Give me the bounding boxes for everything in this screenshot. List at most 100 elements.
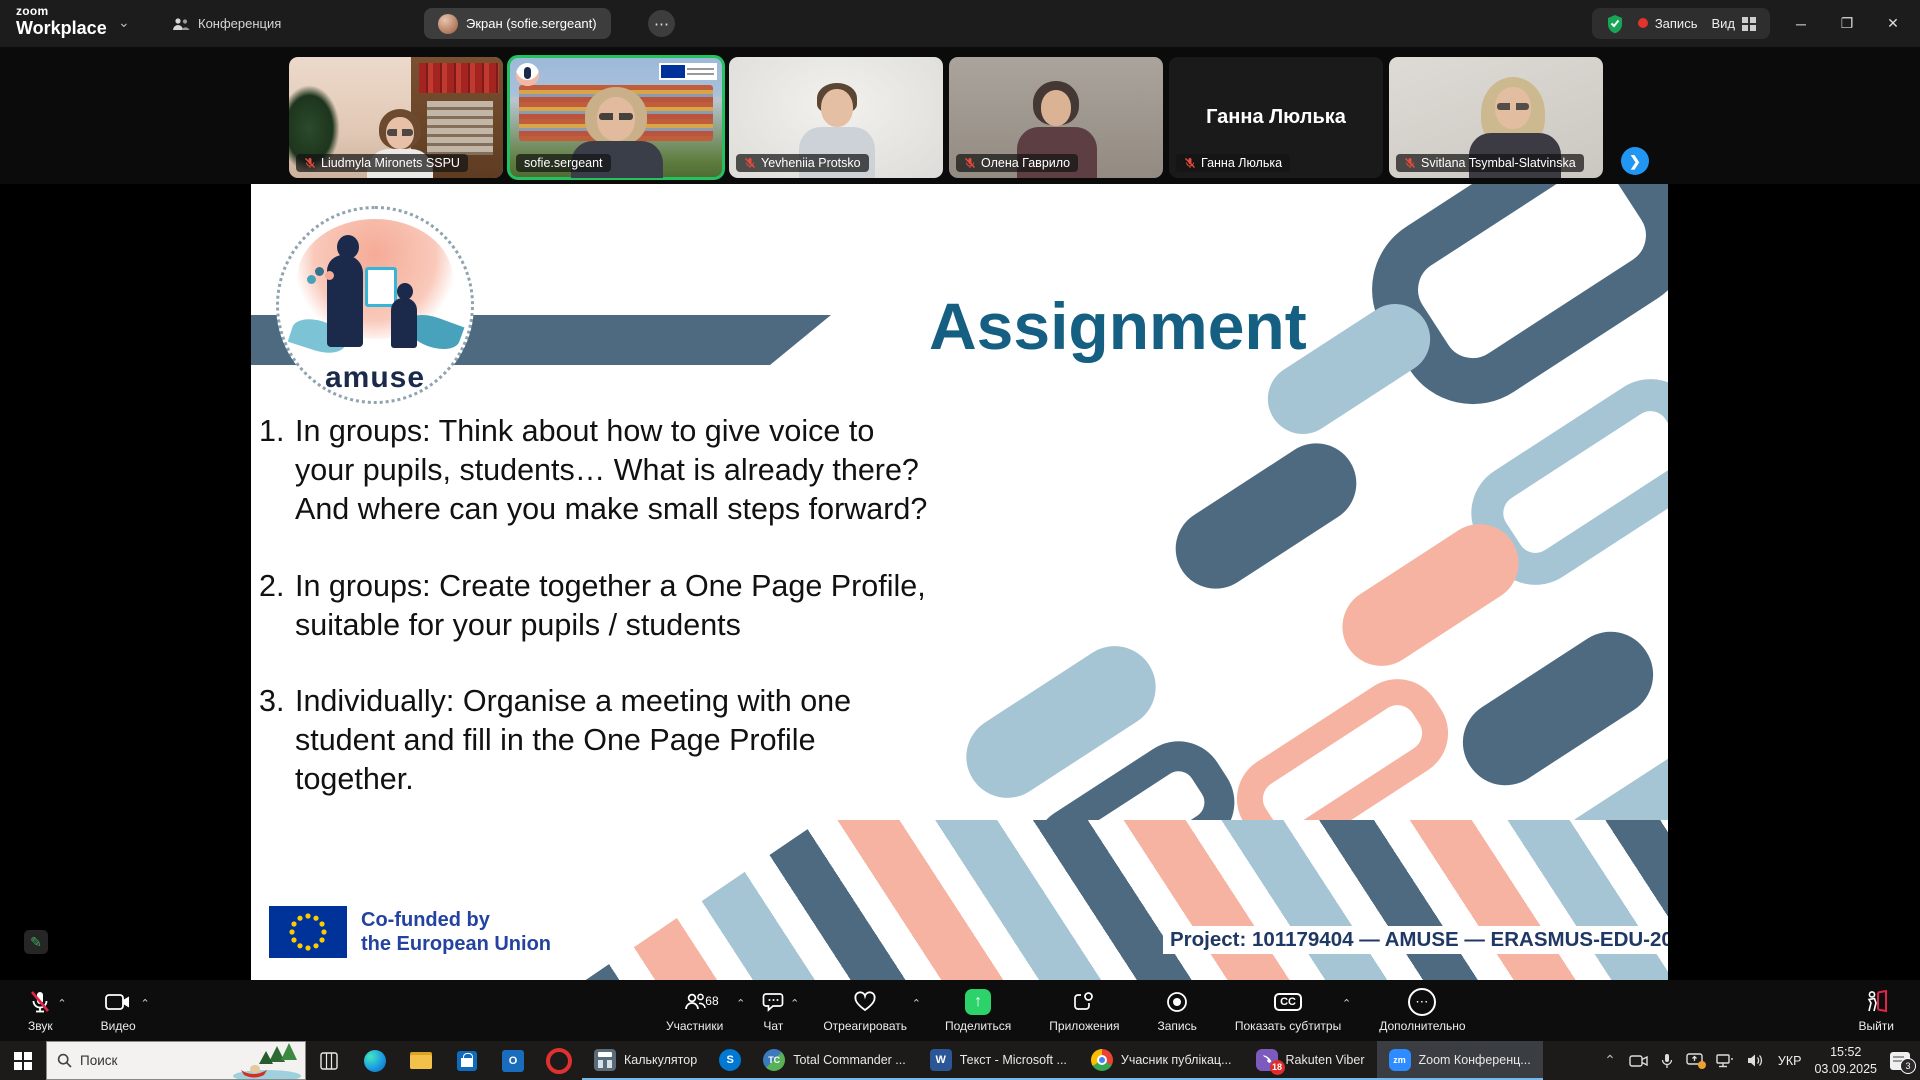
muted-mic-icon bbox=[1184, 157, 1196, 169]
view-button[interactable]: Вид bbox=[1711, 16, 1756, 32]
item-text: In groups: Think about how to give voice… bbox=[295, 412, 927, 529]
captions-button[interactable]: CC Показать субтитры ⌃ bbox=[1229, 989, 1347, 1033]
audio-button[interactable]: Звук ⌃ bbox=[22, 989, 59, 1033]
tray-expand-chevron-icon[interactable]: ⌃ bbox=[1604, 1052, 1616, 1069]
item-text: In groups: Create together a One Page Pr… bbox=[295, 567, 926, 645]
participant-tile-2-active-speaker[interactable]: sofie.sergeant bbox=[509, 57, 723, 178]
taskbar-app-total-commander[interactable]: TC Total Commander ... bbox=[751, 1041, 918, 1080]
next-participants-page-button[interactable]: ❯ bbox=[1621, 147, 1649, 175]
recording-label: Запись bbox=[1655, 16, 1698, 31]
record-dot-icon bbox=[1638, 18, 1648, 28]
chat-chevron-up-icon[interactable]: ⌃ bbox=[790, 997, 799, 1010]
taskbar-app-word[interactable]: W Текст - Microsoft ... bbox=[918, 1041, 1079, 1080]
participant-name-pill: Liudmyla Mironets SSPU bbox=[296, 154, 468, 172]
title-bar: zoom Workplace ⌄ Конференция Экран (sofi… bbox=[0, 0, 1920, 47]
tray-network-icon[interactable] bbox=[1716, 1053, 1734, 1068]
participant-name-pill: sofie.sergeant bbox=[516, 154, 611, 172]
apps-button[interactable]: Приложения bbox=[1043, 989, 1125, 1033]
app-label: Учасник публікац... bbox=[1121, 1053, 1232, 1067]
minimize-button[interactable]: ─ bbox=[1778, 0, 1824, 47]
taskbar-app-zoom-active[interactable]: zm Zoom Конференц... bbox=[1377, 1041, 1543, 1080]
tray-mic-icon[interactable] bbox=[1661, 1053, 1673, 1069]
notification-center-icon[interactable]: 3 bbox=[1890, 1052, 1910, 1070]
taskbar-app-calculator[interactable]: Калькулятор bbox=[582, 1041, 709, 1080]
video-chevron-up-icon[interactable]: ⌃ bbox=[140, 997, 149, 1010]
opera-ring-icon bbox=[546, 1048, 572, 1074]
video-strip: Liudmyla Mironets SSPU sofie.sergeant bbox=[0, 47, 1920, 184]
tray-speaker-icon[interactable] bbox=[1747, 1053, 1765, 1068]
participant-tile-6[interactable]: Svitlana Tsymbal-Slatvinska bbox=[1389, 57, 1603, 178]
participant-name: sofie.sergeant bbox=[524, 156, 603, 170]
muted-mic-icon bbox=[964, 157, 976, 169]
taskbar-app-viber[interactable]: 18 Rakuten Viber bbox=[1244, 1041, 1377, 1080]
viber-icon: 18 bbox=[1256, 1049, 1278, 1071]
opera-icon[interactable] bbox=[536, 1041, 582, 1080]
tab-meeting[interactable]: Конференция bbox=[172, 0, 281, 47]
participants-button[interactable]: 68 Участники ⌃ bbox=[660, 989, 729, 1033]
participant-name-pill: Yevheniia Protsko bbox=[736, 154, 869, 172]
participants-chevron-up-icon[interactable]: ⌃ bbox=[736, 997, 745, 1010]
chevron-right-icon: ❯ bbox=[1629, 153, 1641, 170]
language-indicator[interactable]: УКР bbox=[1778, 1054, 1802, 1068]
outlook-icon[interactable]: O bbox=[490, 1041, 536, 1080]
app-label: Zoom Конференц... bbox=[1419, 1053, 1531, 1067]
word-icon: W bbox=[930, 1049, 952, 1071]
share-screen-icon: ↑ bbox=[965, 989, 991, 1015]
participant-name: Yevheniia Protsko bbox=[761, 156, 861, 170]
taskbar-app-skype[interactable]: S bbox=[709, 1041, 751, 1080]
apps-label: Приложения bbox=[1049, 1019, 1119, 1033]
captions-chevron-up-icon[interactable]: ⌃ bbox=[1342, 997, 1351, 1010]
tab-screen-label: Экран (sofie.sergeant) bbox=[466, 16, 597, 31]
eu-funding-text: Co-funded by the European Union bbox=[361, 908, 551, 956]
security-shield-icon[interactable] bbox=[1606, 14, 1624, 34]
close-button[interactable]: ✕ bbox=[1870, 0, 1916, 47]
audio-chevron-up-icon[interactable]: ⌃ bbox=[57, 997, 66, 1010]
brand-chevron-down-icon[interactable]: ⌄ bbox=[118, 14, 130, 31]
participant-tile-1[interactable]: Liudmyla Mironets SSPU bbox=[289, 57, 503, 178]
microsoft-store-icon[interactable] bbox=[444, 1041, 490, 1080]
record-label: Запись bbox=[1158, 1019, 1197, 1033]
app-label: Total Commander ... bbox=[793, 1053, 906, 1067]
recording-indicator[interactable]: Запись bbox=[1638, 16, 1698, 31]
taskbar-app-chrome-publication[interactable]: Учасник публікац... bbox=[1079, 1041, 1244, 1080]
share-screen-button[interactable]: ↑ Поделиться bbox=[939, 989, 1017, 1033]
start-button[interactable] bbox=[0, 1041, 46, 1080]
eu-line-2: the European Union bbox=[361, 932, 551, 956]
participant-tile-3[interactable]: Yevheniia Protsko bbox=[729, 57, 943, 178]
task-view-icon bbox=[320, 1052, 338, 1070]
annotation-pencil-button[interactable]: ✎ bbox=[24, 930, 48, 954]
amuse-logo-text: amuse bbox=[279, 361, 471, 395]
tray-camera-icon[interactable] bbox=[1629, 1054, 1648, 1068]
decor-diagonal-stripes bbox=[571, 820, 1668, 980]
react-button[interactable]: Отреагировать ⌃ bbox=[817, 989, 913, 1033]
chat-button[interactable]: Чат ⌃ bbox=[755, 989, 791, 1033]
restore-button[interactable]: ❐ bbox=[1824, 0, 1870, 47]
react-chevron-up-icon[interactable]: ⌃ bbox=[912, 997, 921, 1010]
edge-browser-icon[interactable] bbox=[352, 1041, 398, 1080]
participant-tile-4[interactable]: Олена Гаврило bbox=[949, 57, 1163, 178]
tray-clock[interactable]: 15:52 03.09.2025 bbox=[1814, 1044, 1877, 1078]
tray-screenshare-icon[interactable] bbox=[1686, 1053, 1703, 1068]
more-button[interactable]: ⋯ Дополнительно bbox=[1373, 989, 1471, 1033]
search-icon bbox=[57, 1053, 72, 1068]
calculator-icon bbox=[594, 1049, 616, 1071]
participant-name: Liudmyla Mironets SSPU bbox=[321, 156, 460, 170]
camera-icon bbox=[105, 989, 131, 1015]
file-explorer-icon[interactable] bbox=[398, 1041, 444, 1080]
tab-screen-share[interactable]: Экран (sofie.sergeant) bbox=[424, 8, 611, 39]
participant-tile-5-no-video[interactable]: Ганна Люлька Ганна Люлька bbox=[1169, 57, 1383, 178]
assignment-item-2: 2. In groups: Create together a One Page… bbox=[259, 567, 926, 645]
zoom-app-icon: zm bbox=[1389, 1049, 1411, 1071]
eu-funding-block: Co-funded by the European Union bbox=[269, 906, 551, 958]
participant-name-pill: Svitlana Tsymbal-Slatvinska bbox=[1396, 154, 1584, 172]
video-button[interactable]: Видео ⌃ bbox=[95, 989, 142, 1033]
taskbar-search-input[interactable]: Поиск bbox=[46, 1041, 306, 1080]
participant-name-pill: Олена Гаврило bbox=[956, 154, 1078, 172]
participants-count: 68 bbox=[705, 994, 718, 1008]
tab-options-ellipsis-icon[interactable]: ⋯ bbox=[648, 10, 675, 37]
task-view-button[interactable] bbox=[306, 1041, 352, 1080]
leave-meeting-button[interactable]: Выйти bbox=[1852, 989, 1900, 1033]
chrome-icon bbox=[1091, 1049, 1113, 1071]
exit-door-icon bbox=[1863, 989, 1889, 1015]
record-button[interactable]: Запись bbox=[1152, 989, 1203, 1033]
